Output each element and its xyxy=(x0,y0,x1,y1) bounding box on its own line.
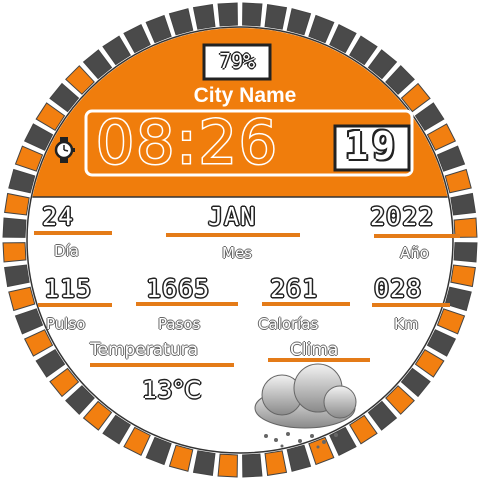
bezel-segment xyxy=(217,453,238,478)
year-label: Año xyxy=(400,244,429,262)
month-value: JAN xyxy=(208,202,257,231)
temperature-underline xyxy=(90,363,234,367)
km-label: Km xyxy=(394,315,419,333)
km-value: 028 xyxy=(374,274,423,303)
calories-underline xyxy=(262,302,350,306)
steps-value: 1665 xyxy=(146,274,211,303)
bezel-segment xyxy=(4,192,30,216)
city-name: City Name xyxy=(193,84,297,107)
climate-label: Clima xyxy=(290,340,339,360)
bezel-segment xyxy=(2,217,27,238)
bezel-segment xyxy=(242,2,263,27)
bezel-segment xyxy=(450,264,476,288)
bezel-segment xyxy=(242,453,263,478)
year-value: 2022 xyxy=(370,202,435,231)
temperature-value: 13°C xyxy=(142,376,202,404)
day-value: 24 xyxy=(42,202,75,231)
temperature-label: Temperatura xyxy=(90,340,199,360)
bezel-segment xyxy=(217,2,238,27)
month-label: Mes xyxy=(222,244,252,262)
bezel-segment xyxy=(453,242,478,263)
bezel-segment xyxy=(264,450,288,476)
battery-percent: 79% xyxy=(218,49,256,73)
pulse-underline xyxy=(38,303,112,307)
steps-label: Pasos xyxy=(158,315,201,333)
day-label: Día xyxy=(54,242,79,260)
bezel-segment xyxy=(450,192,476,216)
climate-underline xyxy=(268,358,370,362)
bezel-segment xyxy=(192,450,216,476)
time-seconds: 19 xyxy=(345,124,399,168)
bezel-segment xyxy=(192,4,216,30)
bezel-segment xyxy=(264,4,288,30)
calories-value: 261 xyxy=(270,274,319,303)
month-underline xyxy=(166,233,300,237)
bezel-segment xyxy=(4,264,30,288)
pulse-label: Pulso xyxy=(46,315,86,333)
steps-underline xyxy=(136,302,238,306)
time-hours-minutes: 08:26 xyxy=(95,107,279,180)
calories-label: Calorías xyxy=(258,315,319,333)
km-underline xyxy=(372,303,450,307)
day-underline xyxy=(34,231,112,235)
year-underline xyxy=(374,234,460,238)
bezel-segment xyxy=(2,242,27,263)
pulse-value: 115 xyxy=(44,274,93,303)
